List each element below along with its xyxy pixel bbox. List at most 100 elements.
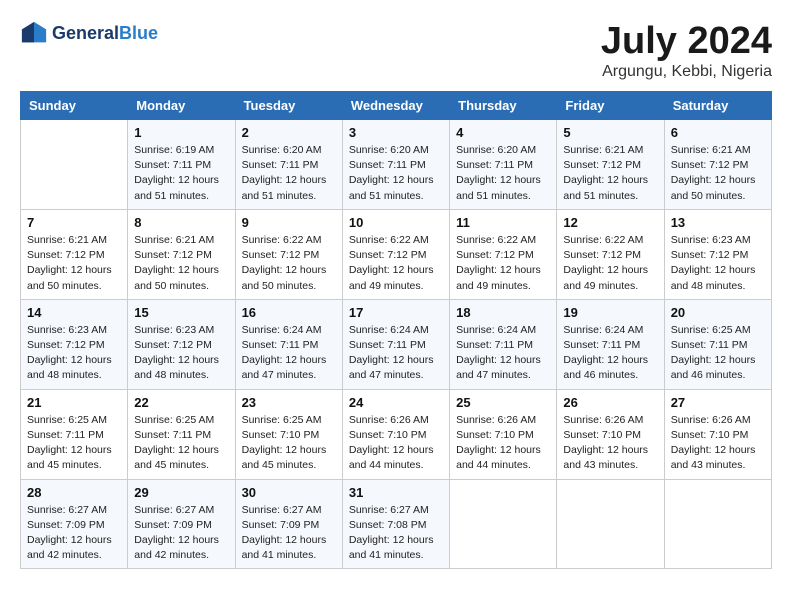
day-info: Sunrise: 6:27 AMSunset: 7:08 PMDaylight:… — [349, 503, 443, 564]
calendar-cell: 16 Sunrise: 6:24 AMSunset: 7:11 PMDayligh… — [235, 299, 342, 389]
month-title: July 2024 — [601, 20, 772, 63]
day-number: 22 — [134, 395, 228, 410]
day-number: 26 — [563, 395, 657, 410]
calendar-cell: 31 Sunrise: 6:27 AMSunset: 7:08 PMDayligh… — [342, 479, 449, 569]
logo-icon — [20, 20, 48, 48]
day-info: Sunrise: 6:26 AMSunset: 7:10 PMDaylight:… — [671, 413, 765, 474]
calendar-cell: 5 Sunrise: 6:21 AMSunset: 7:12 PMDaylight… — [557, 120, 664, 210]
day-number: 2 — [242, 125, 336, 140]
day-number: 1 — [134, 125, 228, 140]
header-day: Tuesday — [235, 92, 342, 120]
calendar-cell: 15 Sunrise: 6:23 AMSunset: 7:12 PMDayligh… — [128, 299, 235, 389]
day-info: Sunrise: 6:20 AMSunset: 7:11 PMDaylight:… — [242, 143, 336, 204]
day-info: Sunrise: 6:19 AMSunset: 7:11 PMDaylight:… — [134, 143, 228, 204]
day-number: 14 — [27, 305, 121, 320]
day-info: Sunrise: 6:27 AMSunset: 7:09 PMDaylight:… — [242, 503, 336, 564]
calendar-cell — [450, 479, 557, 569]
header-day: Saturday — [664, 92, 771, 120]
day-number: 24 — [349, 395, 443, 410]
header-day: Thursday — [450, 92, 557, 120]
calendar-week-row: 1 Sunrise: 6:19 AMSunset: 7:11 PMDaylight… — [21, 120, 772, 210]
day-info: Sunrise: 6:25 AMSunset: 7:11 PMDaylight:… — [134, 413, 228, 474]
calendar-cell: 6Sunrise: 6:21 AMSunset: 7:12 PMDaylight… — [664, 120, 771, 210]
location-title: Argungu, Kebbi, Nigeria — [601, 63, 772, 81]
calendar-cell: 28 Sunrise: 6:27 AMSunset: 7:09 PMDayligh… — [21, 479, 128, 569]
calendar-cell: 22 Sunrise: 6:25 AMSunset: 7:11 PMDayligh… — [128, 389, 235, 479]
day-info: Sunrise: 6:21 AMSunset: 7:12 PMDaylight:… — [27, 233, 121, 294]
page-header: GeneralBlue July 2024 Argungu, Kebbi, Ni… — [20, 20, 772, 81]
day-info: Sunrise: 6:22 AMSunset: 7:12 PMDaylight:… — [349, 233, 443, 294]
calendar-cell: 24 Sunrise: 6:26 AMSunset: 7:10 PMDayligh… — [342, 389, 449, 479]
day-number: 20 — [671, 305, 765, 320]
header-day: Sunday — [21, 92, 128, 120]
calendar-cell: 19 Sunrise: 6:24 AMSunset: 7:11 PMDayligh… — [557, 299, 664, 389]
day-info: Sunrise: 6:25 AMSunset: 7:11 PMDaylight:… — [27, 413, 121, 474]
day-info: Sunrise: 6:26 AMSunset: 7:10 PMDaylight:… — [349, 413, 443, 474]
day-info: Sunrise: 6:21 AMSunset: 7:12 PMDaylight:… — [134, 233, 228, 294]
day-info: Sunrise: 6:24 AMSunset: 7:11 PMDaylight:… — [563, 323, 657, 384]
calendar-cell: 1 Sunrise: 6:19 AMSunset: 7:11 PMDaylight… — [128, 120, 235, 210]
day-number: 10 — [349, 215, 443, 230]
calendar-cell: 8 Sunrise: 6:21 AMSunset: 7:12 PMDaylight… — [128, 209, 235, 299]
calendar-cell: 20Sunrise: 6:25 AMSunset: 7:11 PMDayligh… — [664, 299, 771, 389]
day-info: Sunrise: 6:23 AMSunset: 7:12 PMDaylight:… — [671, 233, 765, 294]
logo: GeneralBlue — [20, 20, 158, 48]
day-info: Sunrise: 6:23 AMSunset: 7:12 PMDaylight:… — [27, 323, 121, 384]
day-number: 11 — [456, 215, 550, 230]
day-info: Sunrise: 6:24 AMSunset: 7:11 PMDaylight:… — [456, 323, 550, 384]
day-number: 19 — [563, 305, 657, 320]
day-number: 13 — [671, 215, 765, 230]
day-number: 31 — [349, 485, 443, 500]
day-info: Sunrise: 6:26 AMSunset: 7:10 PMDaylight:… — [456, 413, 550, 474]
day-info: Sunrise: 6:27 AMSunset: 7:09 PMDaylight:… — [27, 503, 121, 564]
day-number: 21 — [27, 395, 121, 410]
calendar-cell: 11 Sunrise: 6:22 AMSunset: 7:12 PMDayligh… — [450, 209, 557, 299]
day-number: 25 — [456, 395, 550, 410]
day-number: 5 — [563, 125, 657, 140]
header-row: SundayMondayTuesdayWednesdayThursdayFrid… — [21, 92, 772, 120]
day-info: Sunrise: 6:22 AMSunset: 7:12 PMDaylight:… — [242, 233, 336, 294]
day-info: Sunrise: 6:20 AMSunset: 7:11 PMDaylight:… — [349, 143, 443, 204]
calendar-week-row: 28 Sunrise: 6:27 AMSunset: 7:09 PMDayligh… — [21, 479, 772, 569]
calendar-cell: 14 Sunrise: 6:23 AMSunset: 7:12 PMDayligh… — [21, 299, 128, 389]
calendar-cell: 12Sunrise: 6:22 AMSunset: 7:12 PMDayligh… — [557, 209, 664, 299]
day-number: 4 — [456, 125, 550, 140]
day-info: Sunrise: 6:23 AMSunset: 7:12 PMDaylight:… — [134, 323, 228, 384]
day-info: Sunrise: 6:24 AMSunset: 7:11 PMDaylight:… — [349, 323, 443, 384]
day-number: 3 — [349, 125, 443, 140]
calendar-cell: 27 Sunrise: 6:26 AMSunset: 7:10 PMDayligh… — [664, 389, 771, 479]
calendar-cell: 29 Sunrise: 6:27 AMSunset: 7:09 PMDayligh… — [128, 479, 235, 569]
day-number: 7 — [27, 215, 121, 230]
day-number: 27 — [671, 395, 765, 410]
day-info: Sunrise: 6:25 AMSunset: 7:10 PMDaylight:… — [242, 413, 336, 474]
calendar-cell: 10 Sunrise: 6:22 AMSunset: 7:12 PMDayligh… — [342, 209, 449, 299]
calendar-cell: 21 Sunrise: 6:25 AMSunset: 7:11 PMDayligh… — [21, 389, 128, 479]
calendar-cell: 23Sunrise: 6:25 AMSunset: 7:10 PMDayligh… — [235, 389, 342, 479]
calendar-cell: 17Sunrise: 6:24 AMSunset: 7:11 PMDayligh… — [342, 299, 449, 389]
calendar-table: SundayMondayTuesdayWednesdayThursdayFrid… — [20, 91, 772, 569]
calendar-week-row: 7 Sunrise: 6:21 AMSunset: 7:12 PMDaylight… — [21, 209, 772, 299]
title-area: July 2024 Argungu, Kebbi, Nigeria — [601, 20, 772, 81]
header-day: Wednesday — [342, 92, 449, 120]
day-number: 8 — [134, 215, 228, 230]
day-number: 28 — [27, 485, 121, 500]
day-number: 12 — [563, 215, 657, 230]
day-number: 15 — [134, 305, 228, 320]
calendar-cell — [21, 120, 128, 210]
calendar-cell: 4Sunrise: 6:20 AMSunset: 7:11 PMDaylight… — [450, 120, 557, 210]
calendar-cell: 30Sunrise: 6:27 AMSunset: 7:09 PMDayligh… — [235, 479, 342, 569]
calendar-cell: 9Sunrise: 6:22 AMSunset: 7:12 PMDaylight… — [235, 209, 342, 299]
header-day: Friday — [557, 92, 664, 120]
day-number: 29 — [134, 485, 228, 500]
day-number: 6 — [671, 125, 765, 140]
header-day: Monday — [128, 92, 235, 120]
calendar-week-row: 14 Sunrise: 6:23 AMSunset: 7:12 PMDayligh… — [21, 299, 772, 389]
day-info: Sunrise: 6:21 AMSunset: 7:12 PMDaylight:… — [563, 143, 657, 204]
calendar-cell: 18Sunrise: 6:24 AMSunset: 7:11 PMDayligh… — [450, 299, 557, 389]
day-info: Sunrise: 6:27 AMSunset: 7:09 PMDaylight:… — [134, 503, 228, 564]
calendar-cell — [664, 479, 771, 569]
calendar-cell: 2 Sunrise: 6:20 AMSunset: 7:11 PMDaylight… — [235, 120, 342, 210]
day-info: Sunrise: 6:22 AMSunset: 7:12 PMDaylight:… — [456, 233, 550, 294]
day-number: 16 — [242, 305, 336, 320]
day-info: Sunrise: 6:24 AMSunset: 7:11 PMDaylight:… — [242, 323, 336, 384]
